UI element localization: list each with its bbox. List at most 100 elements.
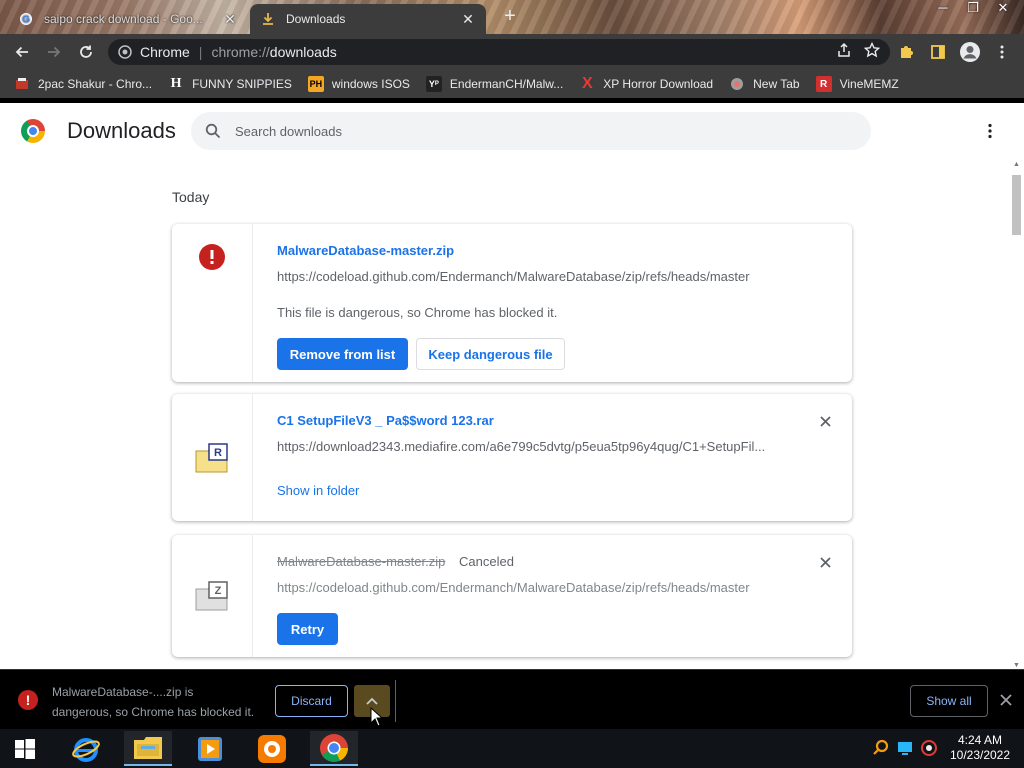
page-scrollbar[interactable]: ▲ ▼ [1010, 161, 1022, 669]
source-url[interactable]: https://download2343.mediafire.com/a6e79… [277, 439, 765, 454]
close-icon [1000, 694, 1012, 706]
retry-button[interactable]: Retry [277, 613, 338, 645]
scroll-down-arrow[interactable]: ▼ [1012, 662, 1021, 669]
mouse-cursor-icon [370, 707, 384, 727]
download-item-dangerous: MalwareDatabase-master.zip https://codel… [172, 224, 852, 382]
bookmark-item[interactable]: H FUNNY SNIPPIES [168, 76, 292, 92]
tab-google-search[interactable]: G saipo crack download - Goo... ✕ [8, 4, 248, 34]
browser-menu-button[interactable] [990, 40, 1014, 64]
keep-dangerous-file-button[interactable]: Keep dangerous file [416, 338, 565, 370]
side-panel-button[interactable] [926, 40, 950, 64]
arrow-left-icon [15, 46, 28, 58]
window-controls: ─ ❐ ✕ [928, 0, 1018, 18]
download-item-canceled: Z MalwareDatabase-master.zip Canceled ht… [172, 535, 852, 657]
search-tray-icon[interactable] [872, 739, 890, 757]
taskbar-clock[interactable]: 4:24 AM 10/23/2022 [940, 733, 1020, 763]
bookmarks-bar: 2pac Shakur - Chro... H FUNNY SNIPPIES P… [0, 70, 1024, 98]
scroll-up-arrow[interactable]: ▲ [1012, 161, 1021, 168]
item-icon-column: Z [172, 535, 253, 657]
clock-time: 4:24 AM [957, 733, 1003, 747]
danger-icon [199, 244, 225, 270]
bookmark-favicon-newtab [729, 76, 745, 92]
tab-title: saipo crack download - Goo... [44, 12, 203, 26]
danger-icon: ! [18, 690, 38, 710]
back-button[interactable] [10, 40, 34, 64]
show-in-folder-link[interactable]: Show in folder [277, 483, 359, 498]
bookmark-item[interactable]: R VineMEMZ [815, 76, 899, 92]
security-tray-icon[interactable] [920, 739, 938, 757]
tab-downloads[interactable]: Downloads ✕ [250, 4, 486, 34]
bookmark-favicon-x: X [581, 75, 593, 92]
bookmark-item[interactable]: X XP Horror Download [579, 75, 713, 92]
remove-from-list-button[interactable]: Remove from list [277, 338, 408, 370]
discard-button[interactable]: Discard [275, 685, 348, 717]
more-vert-icon [988, 123, 992, 139]
bookmark-label: windows ISOS [331, 77, 410, 91]
close-shelf-button[interactable] [998, 692, 1014, 708]
chrome-logo-icon [21, 119, 45, 143]
chrome-icon [320, 733, 348, 762]
taskbar-app-media-player[interactable] [186, 731, 234, 766]
close-window-icon[interactable]: ✕ [988, 0, 1018, 18]
item-icon-column [172, 224, 253, 382]
close-tab-icon[interactable]: ✕ [460, 11, 476, 28]
bookmark-item[interactable]: PH windows ISOS [307, 76, 410, 92]
bookmark-star-icon[interactable] [864, 42, 880, 58]
search-box[interactable] [191, 112, 871, 150]
zip-file-icon: Z [195, 581, 228, 611]
archive-file-icon: R [195, 442, 228, 472]
shelf-message: MalwareDatabase-....zip is dangerous, so… [52, 682, 272, 722]
windows-taskbar: 4:24 AM 10/23/2022 [0, 729, 1024, 768]
page-header: Downloads [0, 103, 1024, 159]
remove-item-button[interactable] [818, 555, 832, 569]
extensions-button[interactable] [894, 40, 918, 64]
bookmark-item[interactable]: New Tab [729, 76, 800, 92]
bookmark-favicon-tupac [14, 76, 30, 92]
address-bar[interactable]: Chrome | chrome:// downloads [108, 39, 890, 65]
side-panel-icon [931, 45, 945, 59]
taskbar-app-uc-browser[interactable] [248, 731, 296, 766]
show-all-button[interactable]: Show all [910, 685, 988, 717]
file-name-link[interactable]: C1 SetupFileV3 _ Pa$$word 123.rar [277, 413, 494, 428]
remove-item-button[interactable] [818, 414, 832, 428]
close-tab-icon[interactable]: ✕ [222, 11, 238, 28]
media-player-icon [198, 736, 222, 761]
bookmark-label: New Tab [753, 77, 800, 91]
page-menu-button[interactable] [980, 121, 1000, 141]
bookmark-item[interactable]: 2pac Shakur - Chro... [14, 76, 152, 92]
search-icon [205, 123, 221, 139]
scroll-thumb[interactable] [1012, 175, 1021, 235]
file-name-link[interactable]: MalwareDatabase-master.zip [277, 243, 454, 258]
danger-description: This file is dangerous, so Chrome has bl… [277, 305, 558, 320]
reload-button[interactable] [74, 40, 98, 64]
taskbar-app-file-explorer[interactable] [124, 731, 172, 766]
canceled-status: Canceled [459, 554, 514, 569]
date-section-label: Today [172, 189, 210, 205]
file-name-canceled: MalwareDatabase-master.zip [277, 554, 446, 569]
new-tab-button[interactable]: + [499, 6, 521, 28]
maximize-icon[interactable]: ❐ [958, 0, 988, 18]
network-tray-icon[interactable] [896, 739, 914, 757]
item-icon-column: R [172, 394, 253, 521]
forward-button[interactable] [42, 40, 66, 64]
download-item-completed: R C1 SetupFileV3 _ Pa$$word 123.rar http… [172, 394, 852, 521]
browser-toolbar: Chrome | chrome:// downloads [0, 34, 1024, 70]
google-icon: G [18, 11, 34, 27]
start-button[interactable] [14, 738, 36, 760]
bookmark-item[interactable]: YP EndermanCH/Malw... [425, 76, 563, 92]
source-url[interactable]: https://codeload.github.com/Endermanch/M… [277, 580, 750, 595]
minimize-icon[interactable]: ─ [928, 0, 958, 18]
taskbar-app-chrome[interactable] [310, 731, 358, 766]
chrome-site-icon [118, 45, 132, 59]
search-input[interactable] [235, 123, 835, 139]
bookmark-label: FUNNY SNIPPIES [192, 77, 292, 91]
share-icon[interactable] [836, 42, 852, 58]
source-url[interactable]: https://codeload.github.com/Endermanch/M… [277, 269, 750, 284]
bookmark-favicon-ph: PH [307, 76, 324, 92]
profile-button[interactable] [958, 40, 982, 64]
file-explorer-icon [134, 736, 162, 759]
omnibox-actions [836, 42, 880, 58]
url-separator: | [198, 44, 203, 60]
avatar-icon [960, 42, 980, 62]
taskbar-app-internet-explorer[interactable] [62, 731, 110, 766]
